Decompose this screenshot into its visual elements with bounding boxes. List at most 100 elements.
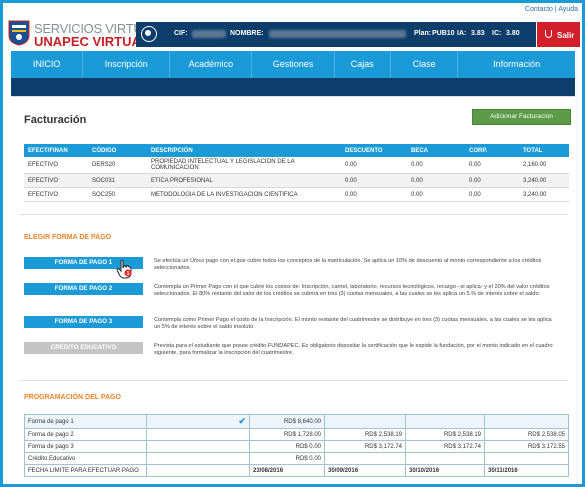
credito-educativo-desc: Prevista para el estudiante que posee cr… (154, 343, 553, 356)
table-row: EFECTIVO DERS20 PROPIEDAD INTELECTUAL Y … (24, 157, 569, 174)
brand-line2: UNAPEC VIRTUAL (34, 34, 149, 49)
col-corp: CORP. (465, 144, 519, 157)
cell-total: 2,160.00 (519, 157, 569, 174)
divider (19, 380, 568, 381)
credito-educativo-button[interactable]: CRÉDITO EDUCATIVO (24, 342, 143, 354)
ayuda-link[interactable]: Ayuda (558, 6, 578, 13)
nav-substrip (11, 78, 575, 96)
ia-value: 3.83 (471, 30, 485, 37)
cell-codigo: SOC031 (88, 173, 147, 188)
prog-date: 30/10/2016 (405, 464, 485, 477)
cell-beca: 0.00 (407, 157, 465, 174)
prog-cell: RD$ 3,172.55 (484, 440, 569, 453)
cell-efect: EFECTIVO (24, 157, 88, 174)
prog-cell (146, 452, 250, 465)
cursor-badge: 1 (127, 271, 130, 277)
col-total: TOTAL (519, 144, 569, 157)
header: SERVICIOS VIRTUALES UNAPEC VIRTUAL CIF: … (3, 19, 582, 49)
forma-pago-3-desc: Contempla como Primer Pago el costo de l… (154, 317, 552, 330)
prog-date: 30/11/2016 (484, 464, 569, 477)
prog-cell: RD$ 3,172.74 (324, 440, 406, 453)
col-beca: BECA (407, 144, 465, 157)
cif-value-redacted (192, 30, 226, 38)
prog-cell (405, 414, 485, 429)
link-separator: | (554, 6, 557, 13)
nombre-value-redacted (269, 30, 406, 38)
prog-cell: RD$ 2,538.19 (405, 428, 485, 441)
col-codigo: CÓDIGO (88, 144, 147, 157)
nav-cajas[interactable]: Cajas (335, 51, 391, 78)
prog-cell (324, 452, 406, 465)
forma-pago-3-button[interactable]: FORMA DE PAGO 3 (24, 316, 143, 328)
ia-label: IA: (457, 30, 467, 37)
prog-cell (146, 464, 250, 477)
main-nav: INICIO Inscripción Académico Gestiones C… (11, 51, 575, 78)
prog-cell (146, 440, 250, 453)
prog-cell: RD$ 0.00 (249, 452, 325, 465)
plan-value: PUB10 (432, 30, 455, 37)
power-icon (545, 30, 552, 38)
table-row: Crédito Educativo RD$ 0.00 (24, 452, 569, 465)
ic-label: IC: (492, 30, 502, 37)
nav-inscripcion[interactable]: Inscripción (83, 51, 171, 78)
nombre-label: NOMBRE: (230, 30, 264, 37)
prog-cell: RD$ 2,538.19 (324, 428, 406, 441)
checkmark-icon: ✔ (146, 414, 250, 429)
nav-informacion[interactable]: Información (458, 51, 575, 78)
cell-codigo: SOC250 (88, 187, 147, 202)
nav-gestiones[interactable]: Gestiones (252, 51, 335, 78)
salir-label: Salir (557, 31, 575, 40)
nav-academico[interactable]: Académico (170, 51, 253, 78)
plan-label: Plan: (414, 30, 432, 37)
cell-descripcion: PROPIEDAD INTELECTUAL Y LEGISLACION DE L… (147, 157, 341, 174)
prog-label: FECHA LIMITE PARA EFECTUAR PAGO (24, 464, 147, 477)
cell-descuento: 0.00 (341, 173, 407, 188)
forma-pago-2-desc: Contempla un Primer Pago con el que cubr… (154, 284, 550, 297)
programacion-table: Forma de pago 1 ✔ RD$ 8,640.00 Forma de … (24, 414, 569, 477)
app-frame: Contacto | Ayuda SERVICIOS VIRTUALES UNA… (0, 0, 585, 487)
col-descripcion: DESCRIPCIÓN (147, 144, 341, 157)
table-row: Forma de pago 2 RD$ 1,728.00 RD$ 2,538.1… (24, 428, 569, 441)
globe-icon[interactable] (141, 26, 157, 42)
cell-beca: 0.00 (407, 187, 465, 202)
facturacion-title: Facturación (24, 114, 87, 126)
prog-date: 30/09/2016 (324, 464, 406, 477)
cell-corp: 0.00 (465, 187, 519, 202)
cell-descuento: 0.00 (341, 187, 407, 202)
adicionar-facturacion-button[interactable]: Adicionar Facturación (472, 109, 571, 125)
prog-date: 23/08/2016 (249, 464, 325, 477)
forma-pago-1-desc: Se efectúa un Único pago con el que cubr… (154, 258, 542, 271)
table-row: FECHA LIMITE PARA EFECTUAR PAGO 23/08/20… (24, 464, 569, 477)
salir-button[interactable]: Salir (537, 22, 580, 47)
cell-descuento: 0.00 (341, 157, 407, 174)
prog-cell: RD$ 0.00 (249, 440, 325, 453)
cell-efect: EFECTIVO (24, 173, 88, 188)
cell-descripcion: METODOLOGIA DE LA INVESTIGACION CIENTIFI… (147, 187, 341, 202)
prog-label: Crédito Educativo (24, 452, 147, 465)
top-links: Contacto | Ayuda (525, 6, 578, 13)
nav-inicio[interactable]: INICIO (11, 51, 84, 78)
student-info-bar: CIF: NOMBRE: Plan: PUB10 IA: 3.83 IC: 3.… (136, 22, 536, 47)
facturacion-table: EFECT/FINAN CÓDIGO DESCRIPCIÓN DESCUENTO… (24, 144, 569, 202)
prog-cell: RD$ 1,728.00 (249, 428, 325, 441)
forma-pago-2-button[interactable]: FORMA DE PAGO 2 (24, 283, 143, 295)
unapec-logo (8, 20, 30, 46)
nav-clase[interactable]: Clase (391, 51, 459, 78)
hand-cursor-icon: 1 (116, 259, 132, 279)
prog-label: Forma de pago 2 (24, 428, 147, 441)
prog-cell: RD$ 8,640.00 (249, 414, 325, 429)
prog-cell: RD$ 2,538.05 (484, 428, 569, 441)
prog-label: Forma de pago 3 (24, 440, 147, 453)
prog-cell (484, 414, 569, 429)
prog-cell: RD$ 3,172.74 (405, 440, 485, 453)
cell-corp: 0.00 (465, 173, 519, 188)
elegir-forma-title: ELEGIR FORMA DE PAGO (24, 234, 112, 241)
divider (19, 214, 568, 215)
ic-value: 3.80 (506, 30, 520, 37)
prog-cell (405, 452, 485, 465)
contacto-link[interactable]: Contacto (525, 6, 553, 13)
col-efect-finan: EFECT/FINAN (24, 144, 88, 157)
cell-codigo: DERS20 (88, 157, 147, 174)
cell-beca: 0.00 (407, 173, 465, 188)
cell-efect: EFECTIVO (24, 187, 88, 202)
